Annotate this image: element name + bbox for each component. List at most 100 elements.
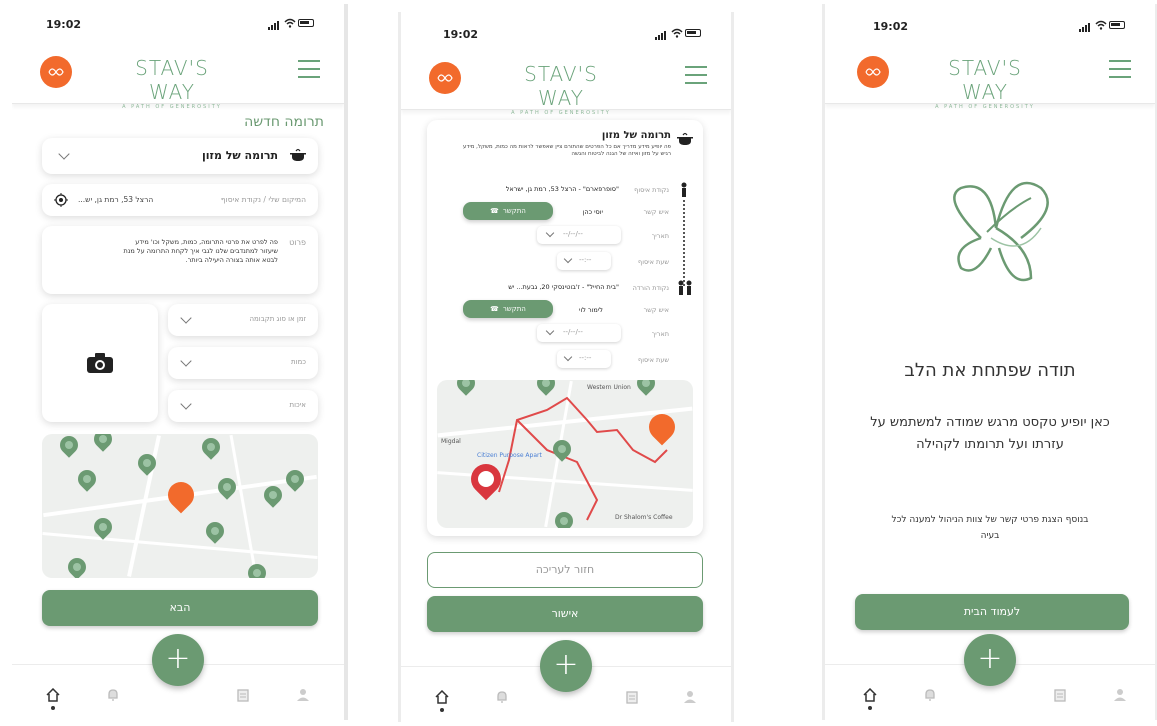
map-pin-donation[interactable] — [90, 434, 116, 452]
time-select-dropoff[interactable]: --:-- — [557, 350, 611, 368]
map-pin-donation[interactable] — [198, 434, 224, 460]
map-label: Migdal — [441, 438, 461, 445]
status-icons — [1079, 20, 1125, 32]
pickup-label: נקודת איסוף — [634, 186, 669, 194]
details-field[interactable]: פרוט פה לפרט את פרטי התרומה, כמות, משקל … — [42, 226, 318, 294]
home-icon[interactable] — [435, 690, 449, 704]
map-pin-donation[interactable] — [64, 554, 90, 578]
map-pin-donation[interactable] — [282, 466, 308, 492]
next-button[interactable]: הבא — [42, 590, 318, 626]
quantity-label: כמות — [291, 358, 306, 366]
hamburger-menu-icon[interactable] — [1109, 60, 1131, 80]
clipboard-icon[interactable] — [236, 688, 250, 702]
bell-icon[interactable] — [495, 690, 509, 704]
map-pin-donation[interactable] — [533, 380, 559, 396]
pickup-time-label: זמן או סוג תקבומה — [249, 315, 306, 323]
map-pin-donation[interactable] — [549, 436, 575, 462]
donations-map[interactable] — [42, 434, 318, 578]
map-pin-donation[interactable] — [244, 560, 270, 578]
route-map[interactable]: Western Union Citizen Purpose Apart Dr S… — [437, 380, 693, 528]
details-label: פרוט — [289, 238, 306, 247]
map-pin-donation[interactable] — [633, 380, 659, 396]
add-donation-fab[interactable]: + — [152, 634, 204, 686]
home-icon[interactable] — [863, 688, 877, 702]
brand-tagline: A PATH OF GENEROSITY — [935, 104, 1035, 110]
summary-description: פה יופיע מידע מדריך אם כל הפרטים שהתורם … — [463, 144, 671, 157]
map-pin-donation[interactable] — [90, 514, 116, 540]
bell-icon[interactable] — [923, 688, 937, 702]
hamburger-menu-icon[interactable] — [298, 60, 320, 80]
bell-icon[interactable] — [106, 688, 120, 702]
user-icon[interactable] — [683, 690, 697, 704]
map-pin-volunteer[interactable] — [464, 457, 508, 504]
brand-name: STAV'S WAY — [948, 56, 1022, 104]
hamburger-menu-icon[interactable] — [685, 66, 707, 86]
pot-icon — [677, 132, 693, 145]
date-select-pickup[interactable]: --/--/-- — [537, 226, 621, 244]
chevron-down-icon — [180, 398, 192, 410]
status-bar: 19:02 — [401, 12, 731, 52]
expiry-label: איכות — [289, 401, 306, 409]
app-header: STAV'S WAY A PATH OF GENEROSITY — [12, 46, 344, 110]
contact-label-2: איש קשר — [643, 306, 669, 314]
category-value: תרומה של מזון — [201, 149, 278, 162]
map-label: Dr Shalom's Coffee — [615, 514, 673, 521]
signal-icon — [655, 31, 667, 40]
map-pin-donation[interactable] — [202, 518, 228, 544]
home-icon[interactable] — [46, 688, 60, 702]
user-icon[interactable] — [296, 688, 310, 702]
home-page-button[interactable]: לעמוד הבית — [855, 594, 1129, 630]
logo-icon[interactable] — [429, 62, 461, 94]
map-pin-donation[interactable] — [214, 474, 240, 500]
time-select-pickup[interactable]: --:-- — [557, 252, 611, 270]
chevron-down-icon — [563, 254, 573, 264]
add-donation-fab[interactable]: + — [540, 640, 592, 692]
location-label: המיקום שלי / נקודת איסוף — [220, 195, 306, 204]
quantity-select[interactable]: כמות — [168, 347, 318, 379]
signal-icon — [1079, 23, 1091, 32]
map-pin-donation[interactable] — [74, 466, 100, 492]
map-pin-donation[interactable] — [551, 508, 577, 528]
route-line — [683, 200, 685, 286]
logo-icon[interactable] — [40, 56, 72, 88]
target-location-icon[interactable] — [54, 193, 68, 207]
map-pin-donation[interactable] — [134, 450, 160, 476]
expiry-select[interactable]: איכות — [168, 390, 318, 422]
clipboard-icon[interactable] — [1053, 688, 1067, 702]
contact-label: איש קשר — [643, 208, 669, 216]
map-label: Western Union — [587, 384, 631, 391]
add-donation-fab[interactable]: + — [964, 634, 1016, 686]
battery-icon — [685, 29, 701, 37]
status-icons — [655, 28, 701, 40]
pickup-time-select[interactable]: זמן או סוג תקבומה — [168, 304, 318, 336]
brand-tagline: A PATH OF GENEROSITY — [122, 104, 222, 110]
date-select-dropoff[interactable]: --/--/-- — [537, 324, 621, 342]
map-pin-donation[interactable] — [260, 482, 286, 508]
app-header: STAV'S WAY A PATH OF GENEROSITY — [825, 46, 1155, 110]
map-pin-donation[interactable] — [453, 380, 479, 396]
contact-name-2: לימור לוי — [579, 306, 603, 314]
chevron-down-icon — [545, 326, 555, 336]
back-to-edit-button[interactable]: חזור לעריכה — [427, 552, 703, 588]
brand: STAV'S WAY A PATH OF GENEROSITY — [501, 62, 621, 116]
map-pin-donation[interactable] — [56, 434, 82, 458]
confirm-button[interactable]: אישור — [427, 596, 703, 632]
clipboard-icon[interactable] — [625, 690, 639, 704]
call-button-pickup[interactable]: ☎ התקשר — [463, 202, 553, 220]
map-pin-current-location[interactable] — [162, 476, 200, 516]
chevron-down-icon — [180, 355, 192, 367]
date-label-pickup: תאריך — [651, 232, 669, 240]
signal-icon — [268, 21, 280, 30]
call-button-dropoff[interactable]: ☎ התקשר — [463, 300, 553, 318]
camera-icon — [87, 353, 113, 373]
user-icon[interactable] — [1113, 688, 1127, 702]
location-field[interactable]: הרצל 53, רמת גן, יש... המיקום שלי / נקוד… — [42, 184, 318, 216]
dropoff-value: "בית החייל" - ז'בוטינסקי 20, גבעת... יש — [508, 283, 619, 291]
map-pin-dropoff[interactable] — [643, 408, 681, 448]
status-time: 19:02 — [443, 28, 479, 41]
category-select[interactable]: תרומה של מזון — [42, 138, 318, 174]
brand-tagline: A PATH OF GENEROSITY — [511, 110, 611, 116]
add-photo-button[interactable] — [42, 304, 158, 422]
logo-icon[interactable] — [857, 56, 889, 88]
brand: STAV'S WAY A PATH OF GENEROSITY — [925, 56, 1045, 110]
